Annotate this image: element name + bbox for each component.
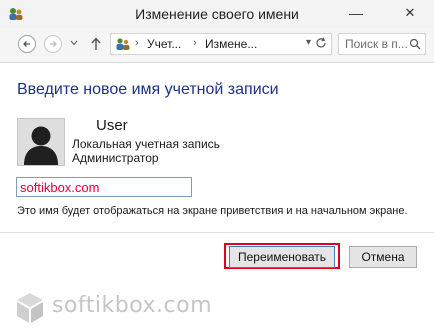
account-type: Локальная учетная запись	[72, 137, 220, 151]
title-bar: Изменение своего имени — ✕	[0, 0, 434, 29]
forward-button[interactable]	[44, 35, 62, 53]
page-heading: Введите новое имя учетной записи	[17, 81, 279, 98]
rename-button[interactable]: Переименовать	[229, 246, 335, 268]
watermark: softikbox.com	[12, 290, 212, 326]
search-icon	[409, 38, 421, 50]
minimize-button[interactable]: —	[342, 2, 370, 24]
breadcrumb-change-name[interactable]: Измене...	[205, 37, 257, 51]
hint-text: Это имя будет отображаться на экране при…	[17, 205, 408, 217]
account-role: Администратор	[72, 151, 159, 165]
address-dropdown-icon[interactable]: ▾	[306, 37, 311, 48]
avatar	[17, 118, 65, 166]
users-folder-icon	[116, 38, 130, 50]
cancel-button[interactable]: Отмена	[349, 246, 417, 268]
search-box[interactable]: Поиск в п...	[338, 33, 426, 55]
minimize-icon: —	[349, 5, 363, 21]
navigation-bar: › Учет... › Измене... ▾ Поиск в п...	[0, 28, 434, 63]
back-button[interactable]	[18, 35, 36, 53]
up-arrow-icon[interactable]	[90, 36, 102, 52]
breadcrumb-separator: ›	[193, 37, 197, 49]
address-bar[interactable]: › Учет... › Измене... ▾	[110, 33, 332, 55]
breadcrumb-separator: ›	[135, 37, 139, 49]
refresh-icon[interactable]	[315, 37, 327, 49]
search-placeholder: Поиск в п...	[345, 37, 408, 51]
softikbox-logo-icon	[17, 293, 43, 323]
close-button[interactable]: ✕	[396, 2, 424, 24]
user-name: User	[96, 117, 128, 134]
arrow-left-icon	[23, 41, 30, 47]
user-silhouette-icon	[24, 126, 58, 165]
arrow-right-icon	[50, 41, 57, 47]
breadcrumb-accounts[interactable]: Учет...	[147, 37, 181, 51]
close-icon: ✕	[404, 5, 416, 20]
recent-locations-chevron-icon[interactable]	[70, 40, 78, 46]
footer-divider	[0, 232, 434, 233]
watermark-text: softikbox.com	[52, 293, 213, 318]
new-name-input[interactable]	[16, 177, 192, 197]
